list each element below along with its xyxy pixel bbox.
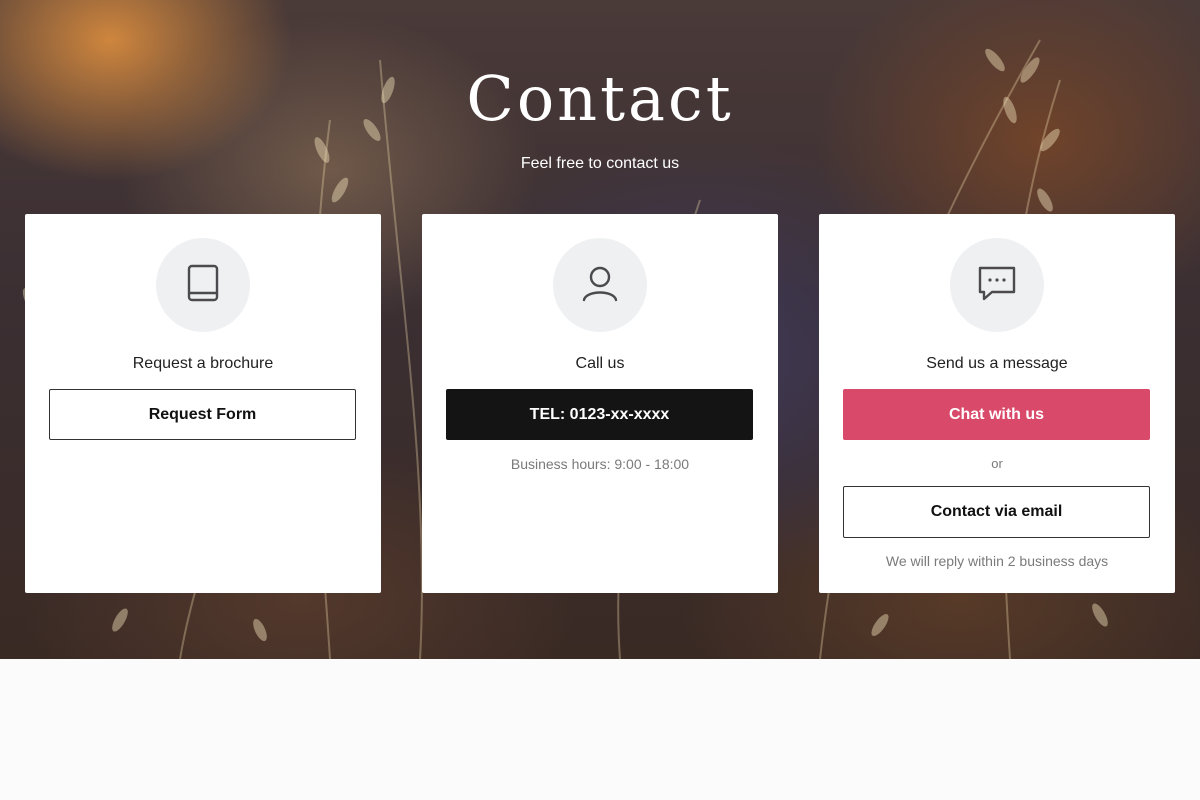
- page-subtitle: Feel free to contact us: [520, 155, 680, 172]
- contact-via-email-button[interactable]: Contact via email: [843, 486, 1150, 538]
- user-icon: [580, 263, 620, 308]
- message-card-title: Send us a message: [926, 355, 1068, 372]
- chat-with-us-button[interactable]: Chat with us: [843, 389, 1150, 440]
- brochure-card-title: Request a brochure: [132, 355, 274, 372]
- phone-number-button[interactable]: TEL: 0123-xx-xxxx: [446, 389, 753, 440]
- message-card: Send us a message Chat with us or Contac…: [819, 214, 1175, 593]
- book-icon-circle: [156, 238, 250, 332]
- call-card: Call us TEL: 0123-xx-xxxx Business hours…: [422, 214, 778, 593]
- or-separator: or: [991, 456, 1003, 471]
- hero-section: Contact Feel free to contact us Request …: [0, 0, 1200, 659]
- reply-time-text: We will reply within 2 business days: [885, 553, 1109, 569]
- chat-bubble-icon-circle: [950, 238, 1044, 332]
- user-icon-circle: [553, 238, 647, 332]
- request-form-button[interactable]: Request Form: [49, 389, 356, 440]
- business-hours-text: Business hours: 9:00 - 18:00: [510, 456, 690, 472]
- call-card-title: Call us: [575, 355, 625, 372]
- book-icon: [185, 264, 221, 307]
- page-title: Contact: [466, 62, 734, 135]
- chat-bubble-icon: [977, 264, 1017, 307]
- brochure-card: Request a brochure Request Form: [25, 214, 381, 593]
